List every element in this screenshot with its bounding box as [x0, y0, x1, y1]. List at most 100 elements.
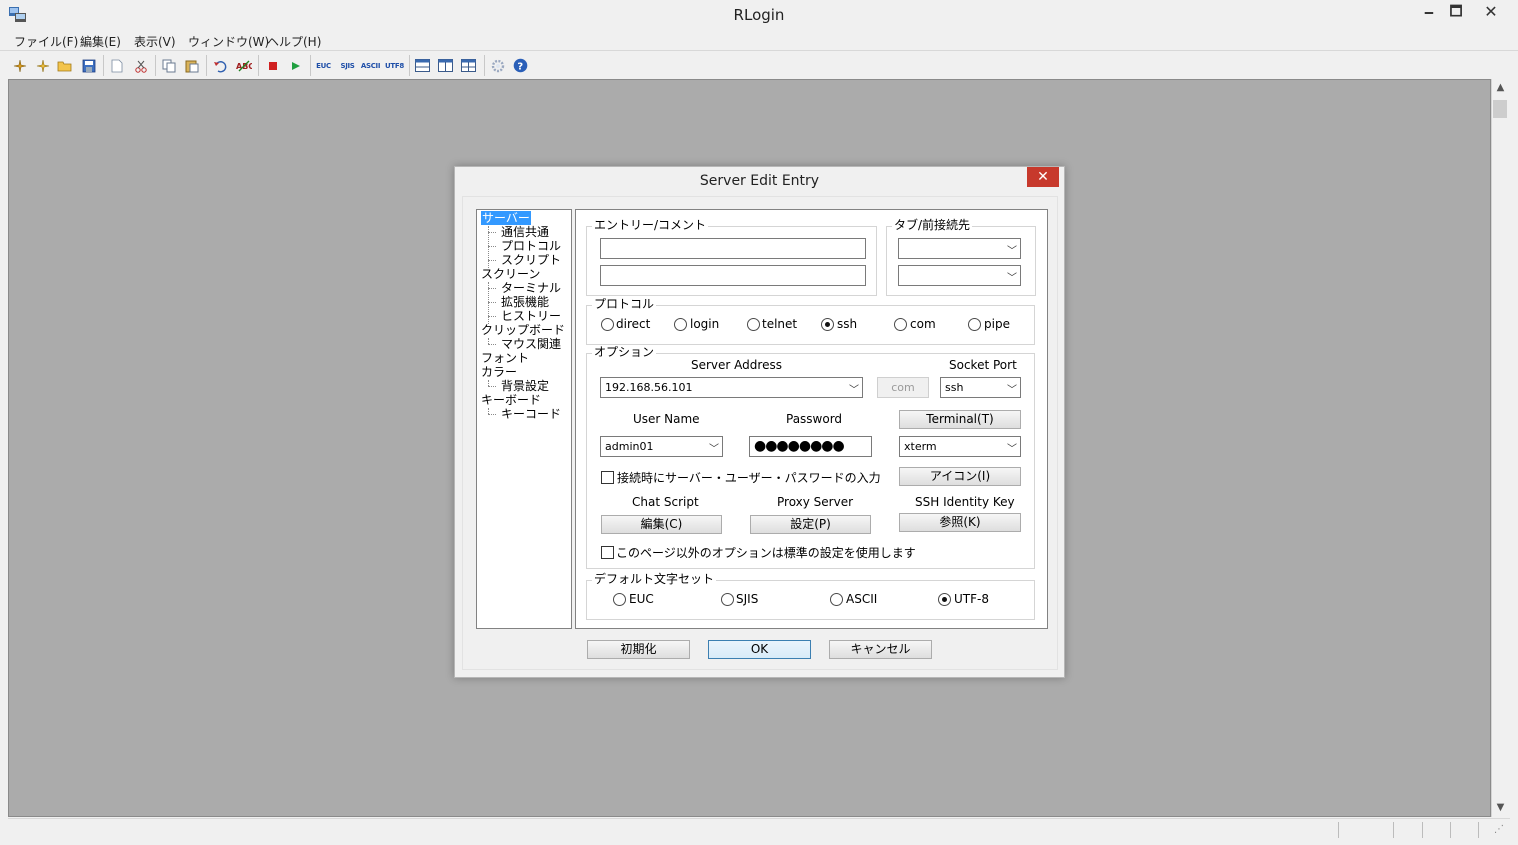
password-label: Password: [786, 412, 843, 426]
play-icon[interactable]: [287, 57, 304, 74]
tree-item-keycode[interactable]: キーコード: [501, 407, 561, 421]
settings-gear-icon[interactable]: [489, 57, 506, 74]
protocol-direct-label: direct: [616, 317, 651, 331]
protocol-label: プロトコル: [592, 297, 657, 311]
server-address-input[interactable]: 192.168.56.101 ﹀: [600, 377, 863, 398]
default-charset-label: デフォルト文字セット: [592, 572, 717, 586]
resize-grip-icon[interactable]: ⋰: [1494, 824, 1504, 835]
terminal-button[interactable]: Terminal(T): [899, 410, 1021, 429]
cancel-button[interactable]: キャンセル: [829, 640, 932, 659]
paste-icon[interactable]: [183, 57, 200, 74]
tree-item-keyboard[interactable]: キーボード: [481, 393, 541, 407]
chat-script-edit-button[interactable]: 編集(C): [601, 515, 722, 534]
charset-utf8-label: UTF-8: [954, 592, 989, 606]
prompt-on-connect-checkbox[interactable]: [601, 471, 614, 484]
menu-bar: ファイル(F) 編集(E) 表示(V) ウィンドウ(W) ヘルプ(H): [0, 31, 1518, 51]
proxy-settings-button[interactable]: 設定(P): [750, 515, 871, 534]
chevron-down-icon: ﹀: [1007, 273, 1017, 284]
copy-icon[interactable]: [160, 57, 177, 74]
charset-euc-radio[interactable]: [613, 593, 626, 606]
tree-item-mouse[interactable]: マウス関連: [501, 337, 561, 351]
tree-item-color[interactable]: カラー: [481, 365, 517, 379]
dialog-close-button[interactable]: ✕: [1027, 167, 1059, 187]
menu-help[interactable]: ヘルプ(H): [267, 33, 321, 50]
tree-item-script[interactable]: スクリプト: [501, 253, 561, 267]
ssh-key-browse-button[interactable]: 参照(K): [899, 513, 1021, 532]
new-connection-icon[interactable]: [11, 57, 28, 74]
sjis-icon[interactable]: SJIS: [339, 57, 356, 74]
stop-icon[interactable]: [264, 57, 281, 74]
charset-sjis-radio[interactable]: [721, 593, 734, 606]
spellcheck-icon[interactable]: ABC: [235, 57, 252, 74]
connect-icon[interactable]: [34, 57, 51, 74]
prev-connection-select[interactable]: ﹀: [898, 265, 1021, 286]
title-bar: RLogin 🗕 🗖 ✕: [0, 0, 1518, 30]
maximize-button[interactable]: 🗖: [1441, 0, 1471, 24]
ok-button[interactable]: OK: [708, 640, 811, 659]
charset-euc-label: EUC: [629, 592, 654, 606]
socket-port-select[interactable]: ssh ﹀: [940, 377, 1021, 398]
use-default-options-label: このページ以外のオプションは標準の設定を使用します: [616, 546, 916, 560]
charset-ascii-radio[interactable]: [830, 593, 843, 606]
protocol-ssh-radio[interactable]: [821, 318, 834, 331]
tree-item-screen[interactable]: スクリーン: [481, 267, 540, 281]
prompt-on-connect-label: 接続時にサーバー・ユーザー・パスワードの入力: [617, 471, 881, 485]
split-horizontal-icon[interactable]: [414, 57, 431, 74]
svg-text:?: ?: [517, 62, 523, 73]
use-default-options-checkbox[interactable]: [601, 546, 614, 559]
menu-view[interactable]: 表示(V): [134, 33, 176, 50]
charset-utf8-radio[interactable]: [938, 593, 951, 606]
menu-edit[interactable]: 編集(E): [80, 33, 121, 50]
protocol-com-radio[interactable]: [894, 318, 907, 331]
cut-icon[interactable]: [132, 57, 149, 74]
tab-select[interactable]: ﹀: [898, 238, 1021, 259]
chevron-down-icon: ﹀: [709, 444, 719, 455]
protocol-pipe-label: pipe: [984, 317, 1010, 331]
com-settings-button: com: [877, 377, 929, 398]
save-icon[interactable]: [80, 57, 97, 74]
protocol-login-radio[interactable]: [674, 318, 687, 331]
settings-tree[interactable]: サーバー 通信共通 プロトコル スクリプト スクリーン ターミナル 拡張機能 ヒ…: [476, 209, 572, 629]
split-full-icon[interactable]: [460, 57, 477, 74]
open-folder-icon[interactable]: [56, 57, 73, 74]
tab-prev-label: タブ/前接続先: [892, 218, 973, 232]
entry-name-field[interactable]: [600, 238, 866, 259]
tree-item-server[interactable]: サーバー: [481, 211, 531, 225]
tree-item-comm-common[interactable]: 通信共通: [501, 225, 549, 239]
scrollbar-thumb[interactable]: [1493, 100, 1507, 118]
icon-button[interactable]: アイコン(I): [899, 467, 1021, 486]
scroll-down-icon[interactable]: ▼: [1491, 800, 1510, 816]
scroll-up-icon[interactable]: ▲: [1491, 80, 1510, 96]
utf8-icon[interactable]: UTF8: [385, 57, 404, 74]
help-icon[interactable]: ?: [512, 57, 529, 74]
reset-button[interactable]: 初期化: [587, 640, 690, 659]
protocol-telnet-radio[interactable]: [747, 318, 760, 331]
terminal-type-select[interactable]: xterm ﹀: [899, 436, 1021, 457]
ascii-icon[interactable]: ASCII: [361, 57, 381, 74]
menu-file[interactable]: ファイル(F): [14, 33, 78, 50]
tree-item-protocol[interactable]: プロトコル: [501, 239, 561, 253]
vertical-scrollbar[interactable]: [1491, 79, 1510, 817]
menu-window[interactable]: ウィンドウ(W): [188, 33, 269, 50]
chevron-down-icon: ﹀: [1007, 246, 1017, 257]
user-name-input[interactable]: admin01 ﹀: [600, 436, 723, 457]
socket-port-label: Socket Port: [949, 358, 1017, 372]
chevron-down-icon: ﹀: [1007, 444, 1017, 455]
close-window-button[interactable]: ✕: [1468, 0, 1514, 24]
protocol-pipe-radio[interactable]: [968, 318, 981, 331]
split-vertical-icon[interactable]: [437, 57, 454, 74]
tree-item-clipboard[interactable]: クリップボード: [481, 323, 565, 337]
password-field[interactable]: ●●●●●●●●: [749, 436, 872, 457]
tree-item-background[interactable]: 背景設定: [501, 379, 549, 393]
tree-item-extensions[interactable]: 拡張機能: [501, 295, 549, 309]
new-document-icon[interactable]: [108, 57, 125, 74]
tree-item-font[interactable]: フォント: [481, 351, 529, 365]
tree-item-terminal[interactable]: ターミナル: [501, 281, 561, 295]
protocol-direct-radio[interactable]: [601, 318, 614, 331]
euc-icon[interactable]: EUC: [315, 57, 332, 74]
undo-icon[interactable]: [211, 57, 228, 74]
chevron-down-icon: ﹀: [849, 385, 859, 396]
comment-field[interactable]: [600, 265, 866, 286]
tree-item-history[interactable]: ヒストリー: [501, 309, 561, 323]
minimize-button[interactable]: 🗕: [1414, 0, 1444, 24]
